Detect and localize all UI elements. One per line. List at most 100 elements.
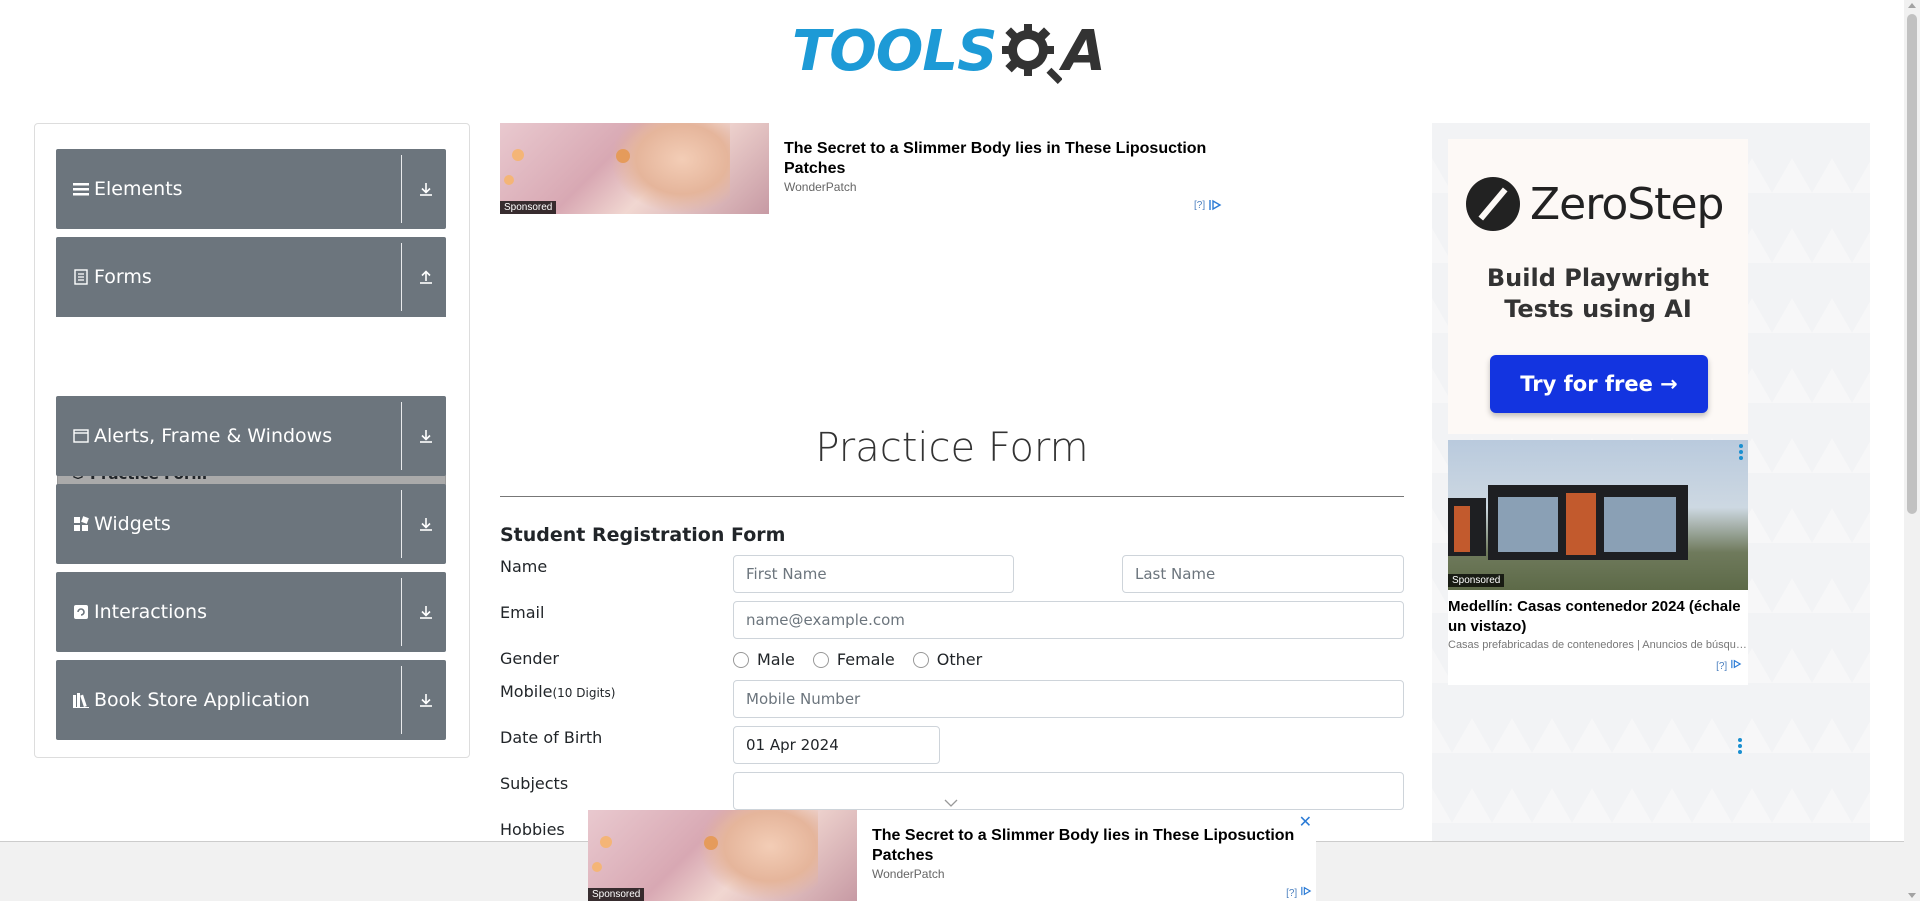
radio-circle[interactable] — [912, 651, 929, 668]
download-icon[interactable] — [406, 149, 446, 229]
page-title: Practice Form — [815, 425, 1089, 471]
ad-image-house — [1488, 485, 1688, 560]
download-icon[interactable] — [406, 572, 446, 652]
gender-female-radio[interactable]: Female — [812, 650, 895, 669]
ad-image-detail — [504, 175, 514, 185]
gender-other-radio[interactable]: Other — [912, 650, 982, 669]
radio-circle[interactable] — [812, 651, 829, 668]
ad-info-text: [?] — [1716, 661, 1728, 672]
nav-group-alerts[interactable]: Alerts, Frame & Windows — [56, 396, 446, 476]
try-for-free-button[interactable]: Try for free → — [1490, 355, 1708, 413]
radio-label[interactable]: Male — [757, 650, 795, 669]
ad-image-detail — [704, 836, 718, 850]
scroll-down-icon[interactable] — [1908, 893, 1916, 898]
nav-group-header[interactable]: Forms — [56, 237, 446, 317]
ad-title[interactable]: The Secret to a Slimmer Body lies in The… — [784, 139, 1224, 179]
interactions-icon — [72, 603, 90, 621]
dob-input[interactable]: 01 Apr 2024 — [733, 726, 940, 764]
nav-group-label: Forms — [94, 266, 152, 288]
ad-image-detail — [600, 836, 612, 848]
ad-info[interactable]: [?] — [1194, 199, 1222, 211]
ad-image[interactable] — [1448, 440, 1748, 590]
close-icon[interactable]: ✕ — [1299, 812, 1312, 832]
top-ad-banner[interactable]: Sponsored The Secret to a Slimmer Body l… — [500, 123, 1230, 215]
more-options-icon[interactable] — [1738, 444, 1744, 460]
mobile-hint: (10 Digits) — [552, 686, 616, 700]
nav-group-header[interactable]: Interactions — [56, 572, 446, 652]
download-icon[interactable] — [406, 660, 446, 740]
form-heading: Student Registration Form — [500, 524, 786, 546]
toolsqa-logo[interactable]: TOOLS A — [792, 14, 1106, 90]
scroll-thumb[interactable] — [1907, 14, 1917, 514]
download-icon[interactable] — [406, 396, 446, 476]
subjects-input[interactable] — [733, 772, 1404, 810]
nav-group-elements[interactable]: Elements — [56, 149, 446, 229]
ad-title[interactable]: Medellín: Casas contenedor 2024 (échale … — [1448, 597, 1748, 637]
ad-description[interactable]: Casas prefabricadas de contenedores | An… — [1448, 639, 1748, 651]
divider — [401, 490, 402, 558]
nav-group-label: Alerts, Frame & Windows — [94, 425, 333, 447]
nav-group-interactions[interactable]: Interactions — [56, 572, 446, 652]
widgets-icon — [72, 515, 90, 533]
nav-group-header[interactable]: Widgets — [56, 484, 446, 564]
more-options-icon[interactable] — [1737, 738, 1743, 754]
zerostep-ad[interactable]: ZeroStep Build Playwright Tests using AI… — [1448, 139, 1748, 434]
ad-image[interactable]: Sponsored — [588, 810, 857, 901]
zerostep-tagline: Build Playwright Tests using AI — [1486, 264, 1710, 323]
radio-label[interactable]: Female — [837, 650, 895, 669]
window-icon — [72, 427, 90, 445]
ad-brand[interactable]: WonderPatch — [872, 867, 945, 881]
ad-image-hand — [698, 810, 818, 901]
nav-group-header[interactable]: Book Store Application — [56, 660, 446, 740]
nav-group-label: Elements — [94, 178, 183, 200]
nav-group-header[interactable]: Alerts, Frame & Windows — [56, 396, 446, 476]
divider — [401, 155, 402, 223]
adchoices-icon — [1731, 659, 1742, 669]
ad-info[interactable]: [?] — [1286, 886, 1312, 899]
vertical-scrollbar[interactable] — [1904, 0, 1920, 901]
nav-group-forms[interactable]: Forms — [56, 237, 446, 317]
ad-image-hand — [610, 123, 730, 214]
download-icon[interactable] — [406, 484, 446, 564]
adchoices-icon — [1301, 886, 1312, 896]
ad-image-wood — [1566, 493, 1596, 555]
adchoices-icon — [1209, 199, 1222, 211]
subjects-label: Subjects — [500, 774, 569, 793]
zerostep-mark-icon — [1466, 177, 1520, 231]
radio-label[interactable]: Other — [937, 650, 982, 669]
ad-title[interactable]: The Secret to a Slimmer Body lies in The… — [872, 826, 1302, 866]
logo-suffix: A — [1062, 19, 1106, 84]
ad-image-detail — [616, 149, 630, 163]
ad-image-window — [1604, 497, 1676, 552]
sticky-ad[interactable]: Sponsored The Secret to a Slimmer Body l… — [588, 810, 1316, 901]
title-divider — [500, 496, 1404, 497]
gender-male-radio[interactable]: Male — [733, 650, 795, 669]
email-input[interactable]: name@example.com — [733, 601, 1404, 639]
ad-image[interactable]: Sponsored — [500, 123, 769, 214]
nav-group-label: Book Store Application — [94, 689, 310, 711]
gear-magnifier-icon — [1002, 24, 1063, 84]
last-name-input[interactable]: Last Name — [1122, 555, 1404, 593]
scroll-up-icon[interactable] — [1908, 3, 1916, 8]
container-homes-ad[interactable]: Sponsored Medellín: Casas contenedor 202… — [1448, 440, 1748, 685]
ad-brand[interactable]: WonderPatch — [784, 180, 857, 194]
gender-label: Gender — [500, 649, 559, 668]
upload-icon[interactable] — [406, 237, 446, 317]
ad-image-detail — [512, 149, 524, 161]
sponsored-label: Sponsored — [500, 201, 557, 214]
ad-image-detail — [592, 862, 602, 872]
nav-group-label: Interactions — [94, 601, 207, 623]
nav-group-widgets[interactable]: Widgets — [56, 484, 446, 564]
nav-group-header[interactable]: Elements — [56, 149, 446, 229]
hobbies-label: Hobbies — [500, 820, 565, 839]
mobile-input[interactable]: Mobile Number — [733, 680, 1404, 718]
ad-info[interactable]: [?] — [1716, 659, 1742, 672]
nav-group-book-store[interactable]: Book Store Application — [56, 660, 446, 740]
ad-info-text: [?] — [1194, 199, 1206, 211]
zerostep-brand: ZeroStep — [1530, 178, 1724, 230]
sponsored-label: Sponsored — [588, 888, 645, 901]
radio-circle[interactable] — [733, 651, 749, 668]
first-name-input[interactable]: First Name — [733, 555, 1014, 593]
email-label: Email — [500, 603, 545, 622]
divider — [401, 578, 402, 646]
